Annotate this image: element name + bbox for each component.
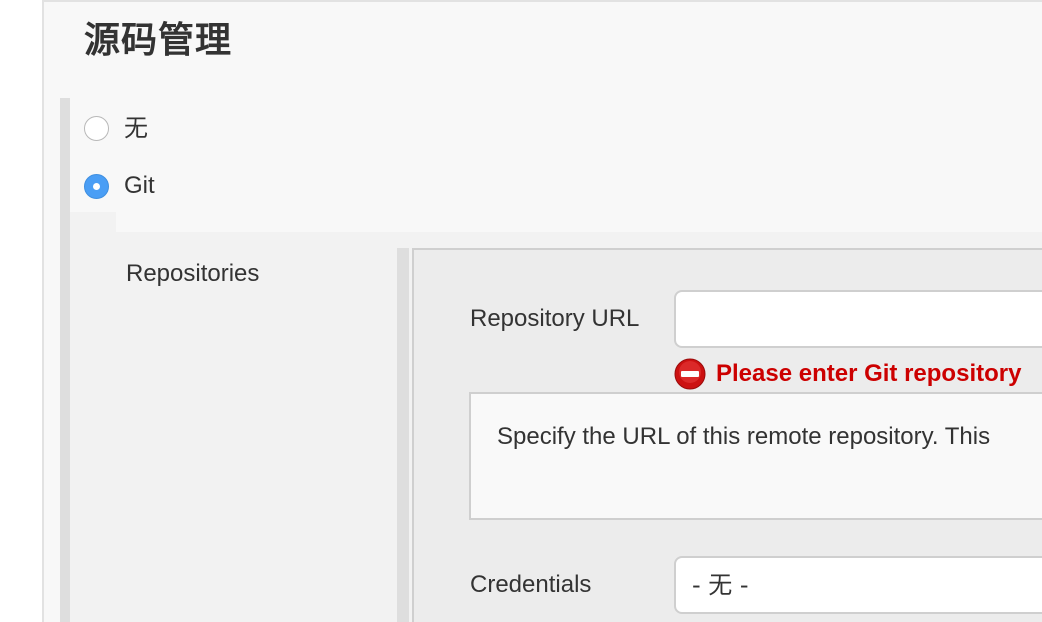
repositories-label: Repositories (126, 260, 260, 287)
credentials-label: Credentials (470, 571, 592, 598)
scm-none-radio[interactable] (84, 115, 109, 141)
scm-option-none[interactable]: 无 (84, 112, 148, 144)
scm-git-label[interactable]: Git (124, 170, 155, 202)
repository-url-error-text: Please enter Git repository (716, 360, 1022, 387)
scm-config-page: 源码管理 无 Git Repositories Repository URL P… (0, 0, 1042, 622)
repository-url-help-box (469, 392, 1042, 520)
error-icon (674, 358, 706, 390)
scm-git-radio[interactable] (84, 173, 109, 199)
credentials-selected-value: - 无 - (692, 571, 749, 599)
section-title: 源码管理 (84, 20, 233, 61)
credentials-select[interactable]: - 无 - (674, 556, 1042, 614)
left-gutter (0, 0, 43, 622)
repository-url-label: Repository URL (470, 305, 640, 332)
scm-options-indent-bar (60, 98, 70, 622)
repositories-indent-bar (397, 248, 409, 622)
scm-none-label[interactable]: 无 (124, 112, 148, 144)
scm-option-git[interactable]: Git (84, 170, 155, 202)
repository-url-input[interactable] (674, 290, 1042, 348)
repository-url-error: Please enter Git repository (674, 358, 1021, 390)
repository-url-help-text: Specify the URL of this remote repositor… (497, 423, 991, 450)
git-block-indent (70, 212, 116, 622)
